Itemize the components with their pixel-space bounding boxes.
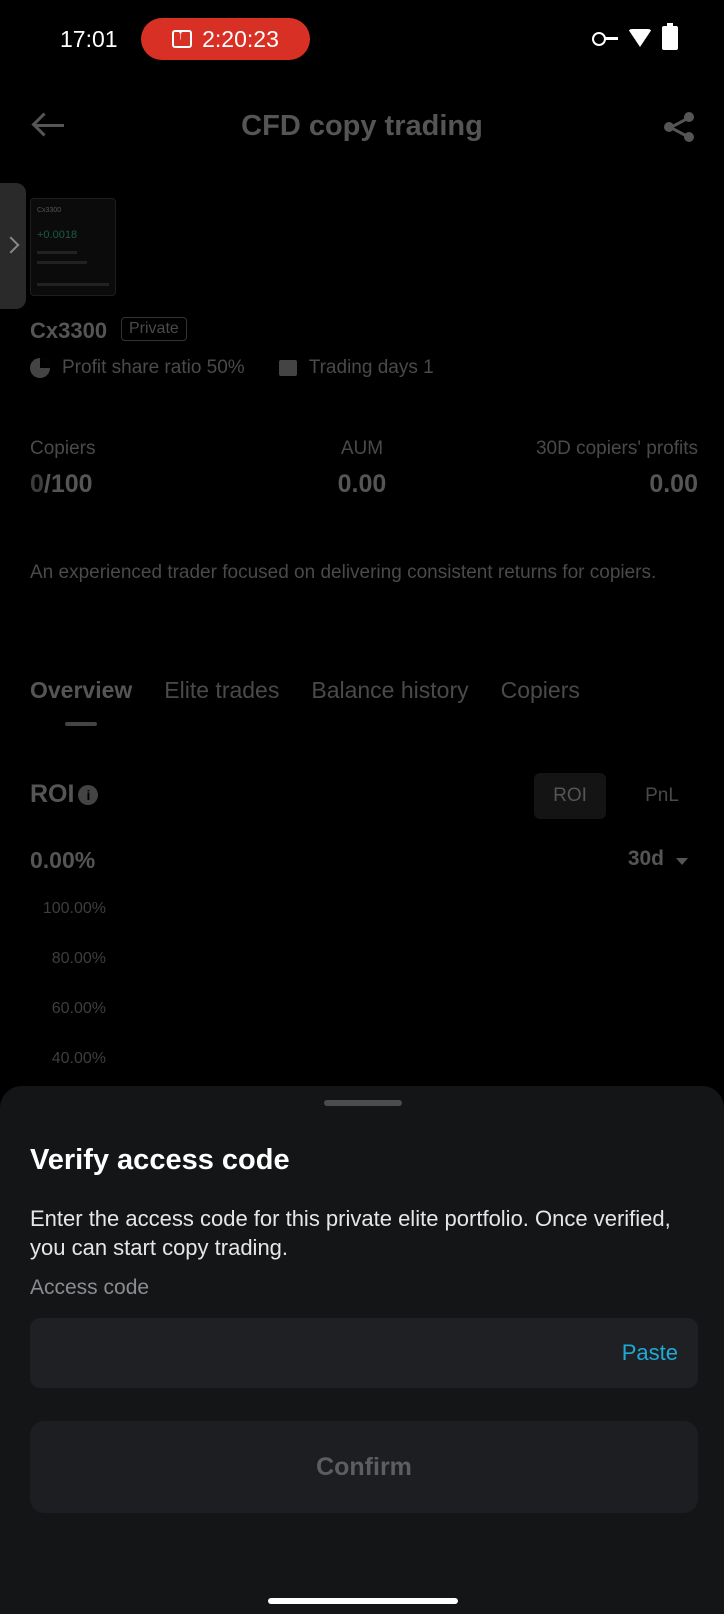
profit-share-ratio: Profit share ratio 50% — [62, 357, 245, 378]
pnl-toggle-button[interactable]: PnL — [626, 773, 698, 819]
period-selector[interactable]: 30d — [628, 847, 664, 871]
roi-value: 0.00% — [30, 847, 96, 873]
copiers-max: /100 — [43, 470, 93, 498]
roi-title-label: ROI — [30, 780, 75, 808]
confirm-button[interactable]: Confirm — [30, 1421, 698, 1513]
screen: 17:01 2:20:23 CFD copy trading — [0, 0, 724, 1614]
trading-days: Trading days 1 — [308, 357, 434, 378]
app-header: CFD copy trading — [0, 90, 724, 160]
y-tick: 60.00% — [51, 1000, 106, 1017]
aum-label: AUM — [340, 438, 384, 459]
home-indicator[interactable] — [268, 1598, 458, 1604]
sheet-description: Enter the access code for this private e… — [30, 1206, 671, 1260]
chevron-down-icon — [676, 858, 688, 865]
active-tab-indicator — [65, 722, 97, 726]
access-code-label: Access code — [30, 1276, 150, 1299]
share-icon[interactable] — [664, 112, 694, 142]
copiers-label: Copiers — [30, 438, 96, 459]
verify-access-sheet: Verify access code Enter the access code… — [0, 1086, 724, 1614]
copiers-current: 0 — [30, 470, 44, 498]
y-tick: 100.00% — [42, 900, 106, 917]
page-title: CFD copy trading — [241, 110, 483, 142]
sheet-title: Verify access code — [30, 1144, 290, 1176]
tab-balance-history[interactable]: Balance history — [311, 677, 468, 704]
thumbnail-value: +0.0018 — [37, 229, 78, 241]
access-code-field: Paste — [30, 1318, 698, 1388]
side-drawer-handle[interactable] — [0, 183, 26, 309]
calendar-icon — [278, 360, 297, 376]
section-tabs: Overview Elite trades Balance history Co… — [30, 677, 580, 704]
y-tick: 40.00% — [51, 1050, 106, 1067]
aum-value: 0.00 — [337, 470, 387, 498]
trader-meta: Profit share ratio 50% Trading days 1 — [30, 357, 434, 379]
private-badge: Private — [121, 317, 187, 341]
thumbnail-heading: Cx3300 — [37, 207, 62, 214]
y-tick: 80.00% — [51, 950, 106, 967]
info-icon[interactable]: i — [78, 784, 99, 805]
trader-name: Cx3300 — [30, 318, 108, 343]
paste-button[interactable]: Paste — [622, 1340, 678, 1366]
tab-overview[interactable]: Overview — [30, 677, 132, 704]
trader-description: An experienced trader focused on deliver… — [30, 562, 657, 583]
pie-chart-icon — [30, 358, 50, 378]
trader-avatar-thumbnail[interactable]: Cx3300 +0.0018 — [30, 198, 116, 296]
copiers-profits-label: 30D copiers' profits — [535, 438, 698, 459]
roi-title: ROI i — [30, 780, 99, 809]
tab-copiers[interactable]: Copiers — [501, 677, 580, 704]
tab-elite-trades[interactable]: Elite trades — [164, 677, 279, 704]
sheet-drag-handle[interactable] — [324, 1100, 402, 1106]
copiers-profits-value: 0.00 — [649, 470, 698, 498]
access-code-input[interactable] — [30, 1318, 570, 1388]
roi-toggle-button[interactable]: ROI — [534, 773, 606, 819]
copiers-count: 0/100 — [30, 470, 93, 499]
